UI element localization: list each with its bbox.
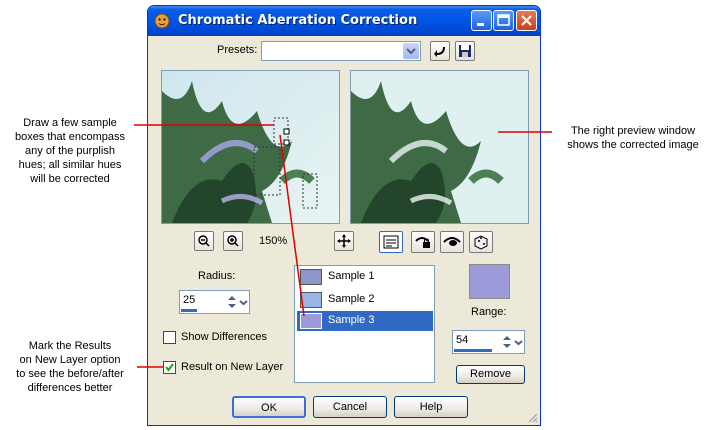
lock-icon bbox=[415, 237, 430, 248]
zoom-in-button[interactable] bbox=[223, 231, 243, 251]
show-differences-label: Show Differences bbox=[181, 331, 268, 343]
cancel-button[interactable]: Cancel bbox=[313, 396, 387, 418]
samples-list[interactable]: Sample 1 Sample 2 Sample 3 bbox=[294, 265, 435, 383]
sample-2-swatch bbox=[300, 292, 322, 308]
dropdown-arrow-icon bbox=[514, 340, 523, 346]
save-preset-icon bbox=[459, 45, 471, 57]
window-title: Chromatic Aberration Correction bbox=[178, 13, 418, 28]
save-preset-button[interactable] bbox=[455, 41, 475, 61]
help-button[interactable]: Help bbox=[394, 396, 468, 418]
close-button[interactable] bbox=[516, 10, 537, 31]
range-label: Range: bbox=[471, 306, 507, 318]
proof-icon bbox=[383, 235, 399, 249]
resize-grip-icon[interactable] bbox=[526, 411, 538, 423]
radius-input[interactable]: 25 bbox=[179, 290, 250, 314]
minimize-button[interactable] bbox=[471, 10, 492, 31]
pan-icon bbox=[337, 234, 351, 248]
before-preview[interactable] bbox=[161, 70, 340, 224]
zoom-in-icon bbox=[227, 235, 239, 247]
list-item[interactable]: Sample 2 bbox=[297, 290, 433, 310]
presets-label: Presets: bbox=[217, 44, 258, 56]
sample-2-label: Sample 2 bbox=[328, 293, 375, 305]
presets-dropdown[interactable] bbox=[261, 41, 421, 61]
show-differences-checkbox[interactable] bbox=[163, 331, 176, 344]
radius-bar bbox=[181, 309, 197, 312]
radius-label: Radius: bbox=[198, 270, 236, 282]
zoom-out-button[interactable] bbox=[194, 231, 214, 251]
maximize-button[interactable] bbox=[493, 10, 514, 31]
after-preview-image bbox=[351, 71, 528, 223]
after-preview[interactable] bbox=[350, 70, 529, 224]
minimize-icon bbox=[477, 23, 484, 26]
maximize-icon bbox=[497, 14, 510, 26]
proof-button[interactable] bbox=[379, 231, 403, 253]
sample-3-swatch bbox=[300, 313, 322, 329]
range-dropdown-button[interactable] bbox=[513, 333, 524, 351]
result-on-new-layer-checkbox[interactable] bbox=[163, 361, 176, 374]
range-input[interactable]: 54 bbox=[452, 330, 525, 354]
pan-button[interactable] bbox=[334, 231, 354, 251]
remove-button[interactable]: Remove bbox=[456, 365, 525, 384]
lock-button[interactable] bbox=[411, 231, 435, 253]
dialog-window: Chromatic Aberration Correction Presets: bbox=[147, 5, 541, 426]
randomize-button[interactable] bbox=[469, 231, 493, 253]
close-icon bbox=[521, 15, 532, 26]
annotation-new-layer: Mark the Results on New Layer option to … bbox=[16, 340, 124, 394]
checkmark-icon bbox=[165, 363, 174, 372]
reset-preset-button[interactable] bbox=[430, 41, 450, 61]
range-value: 54 bbox=[456, 334, 469, 346]
ok-button[interactable]: OK bbox=[232, 396, 306, 418]
randomize-icon bbox=[474, 235, 488, 250]
range-bar bbox=[454, 349, 492, 352]
zoom-out-icon bbox=[198, 235, 210, 247]
sample-1-label: Sample 1 bbox=[328, 270, 375, 282]
list-item[interactable]: Sample 1 bbox=[297, 267, 433, 287]
radius-dropdown-button[interactable] bbox=[238, 293, 249, 311]
eye-button[interactable] bbox=[440, 231, 464, 253]
app-icon bbox=[154, 13, 170, 29]
list-item-selected[interactable]: Sample 3 bbox=[297, 311, 433, 331]
annotation-sample-boxes: Draw a few sample boxes that encompass a… bbox=[14, 117, 126, 185]
dropdown-arrow-icon bbox=[406, 48, 416, 55]
sample-1-swatch bbox=[300, 269, 322, 285]
dropdown-arrow-button[interactable] bbox=[403, 43, 419, 59]
annotation-right-preview: The right preview window shows the corre… bbox=[567, 125, 699, 151]
sample-3-label: Sample 3 bbox=[328, 314, 375, 326]
eye-icon bbox=[443, 237, 461, 246]
title-bar[interactable]: Chromatic Aberration Correction bbox=[148, 6, 540, 36]
zoom-level: 150% bbox=[259, 235, 288, 247]
dropdown-arrow-icon bbox=[239, 300, 248, 306]
result-on-new-layer-label: Result on New Layer bbox=[181, 361, 284, 373]
range-color-swatch bbox=[469, 264, 510, 299]
before-preview-image bbox=[162, 71, 339, 223]
reset-preset-icon bbox=[434, 46, 445, 57]
radius-value: 25 bbox=[183, 294, 196, 306]
